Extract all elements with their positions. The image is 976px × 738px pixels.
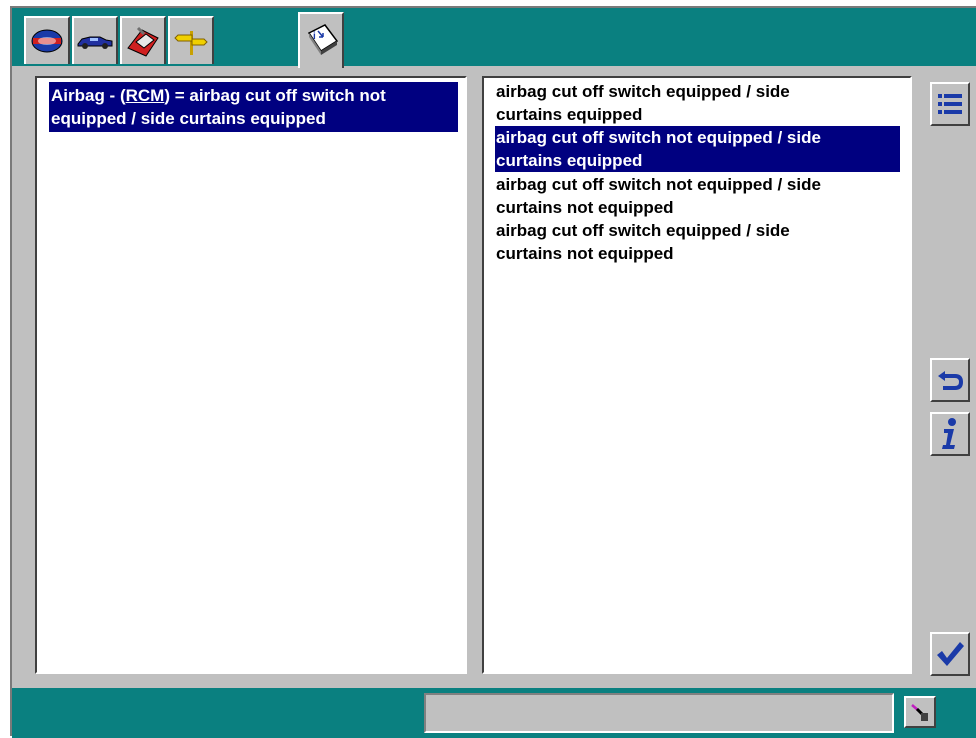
confirm-button[interactable] — [930, 632, 970, 676]
back-button[interactable] — [930, 358, 970, 402]
status-tool-button[interactable] — [904, 696, 936, 728]
config-prefix: Airbag - ( — [51, 86, 126, 105]
option-line1: airbag cut off switch equipped / side — [496, 82, 790, 101]
option-item[interactable]: airbag cut off switch not equipped / sid… — [495, 173, 900, 219]
status-field — [424, 693, 894, 733]
cable-connector-icon — [911, 704, 928, 721]
selected-configuration-item[interactable]: Airbag - (RCM) = airbag cut off switch n… — [49, 82, 458, 132]
list-icon — [938, 94, 962, 114]
return-arrow-icon — [938, 371, 963, 390]
left-list-panel[interactable]: Airbag - (RCM) = airbag cut off switch n… — [35, 76, 467, 674]
tab-bar: i — [12, 8, 976, 68]
info-icon — [942, 418, 956, 449]
info-button[interactable] — [930, 412, 970, 456]
config-abbr: RCM — [125, 86, 165, 105]
book-info-icon: i — [307, 24, 339, 55]
list-button[interactable] — [930, 82, 970, 126]
option-item[interactable]: airbag cut off switch equipped / side cu… — [495, 219, 900, 265]
option-line2: curtains equipped — [496, 151, 643, 170]
right-options-panel[interactable]: airbag cut off switch equipped / side cu… — [482, 76, 912, 674]
vehicle-badge-icon — [31, 29, 63, 53]
svg-text:i: i — [313, 31, 316, 42]
car-icon — [77, 36, 113, 49]
option-line2: curtains not equipped — [496, 198, 674, 217]
option-line2: curtains equipped — [496, 105, 643, 124]
tab-toolbox[interactable] — [120, 16, 166, 64]
option-item-selected[interactable]: airbag cut off switch not equipped / sid… — [495, 126, 900, 172]
option-line2: curtains not equipped — [496, 244, 674, 263]
tab-book-info[interactable]: i — [298, 12, 344, 68]
tab-signpost[interactable] — [168, 16, 214, 64]
tab-car[interactable] — [72, 16, 118, 64]
signpost-icon — [174, 31, 208, 55]
option-line1: airbag cut off switch not equipped / sid… — [496, 128, 821, 147]
option-item[interactable]: airbag cut off switch equipped / side cu… — [495, 80, 900, 126]
toolbox-icon — [127, 26, 159, 57]
tab-vehicle-badge[interactable] — [24, 16, 70, 64]
option-line1: airbag cut off switch equipped / side — [496, 221, 790, 240]
option-line1: airbag cut off switch not equipped / sid… — [496, 175, 821, 194]
app-window: i Airbag - (RCM) = airbag cut off switch… — [10, 6, 976, 738]
checkmark-icon — [937, 642, 964, 666]
